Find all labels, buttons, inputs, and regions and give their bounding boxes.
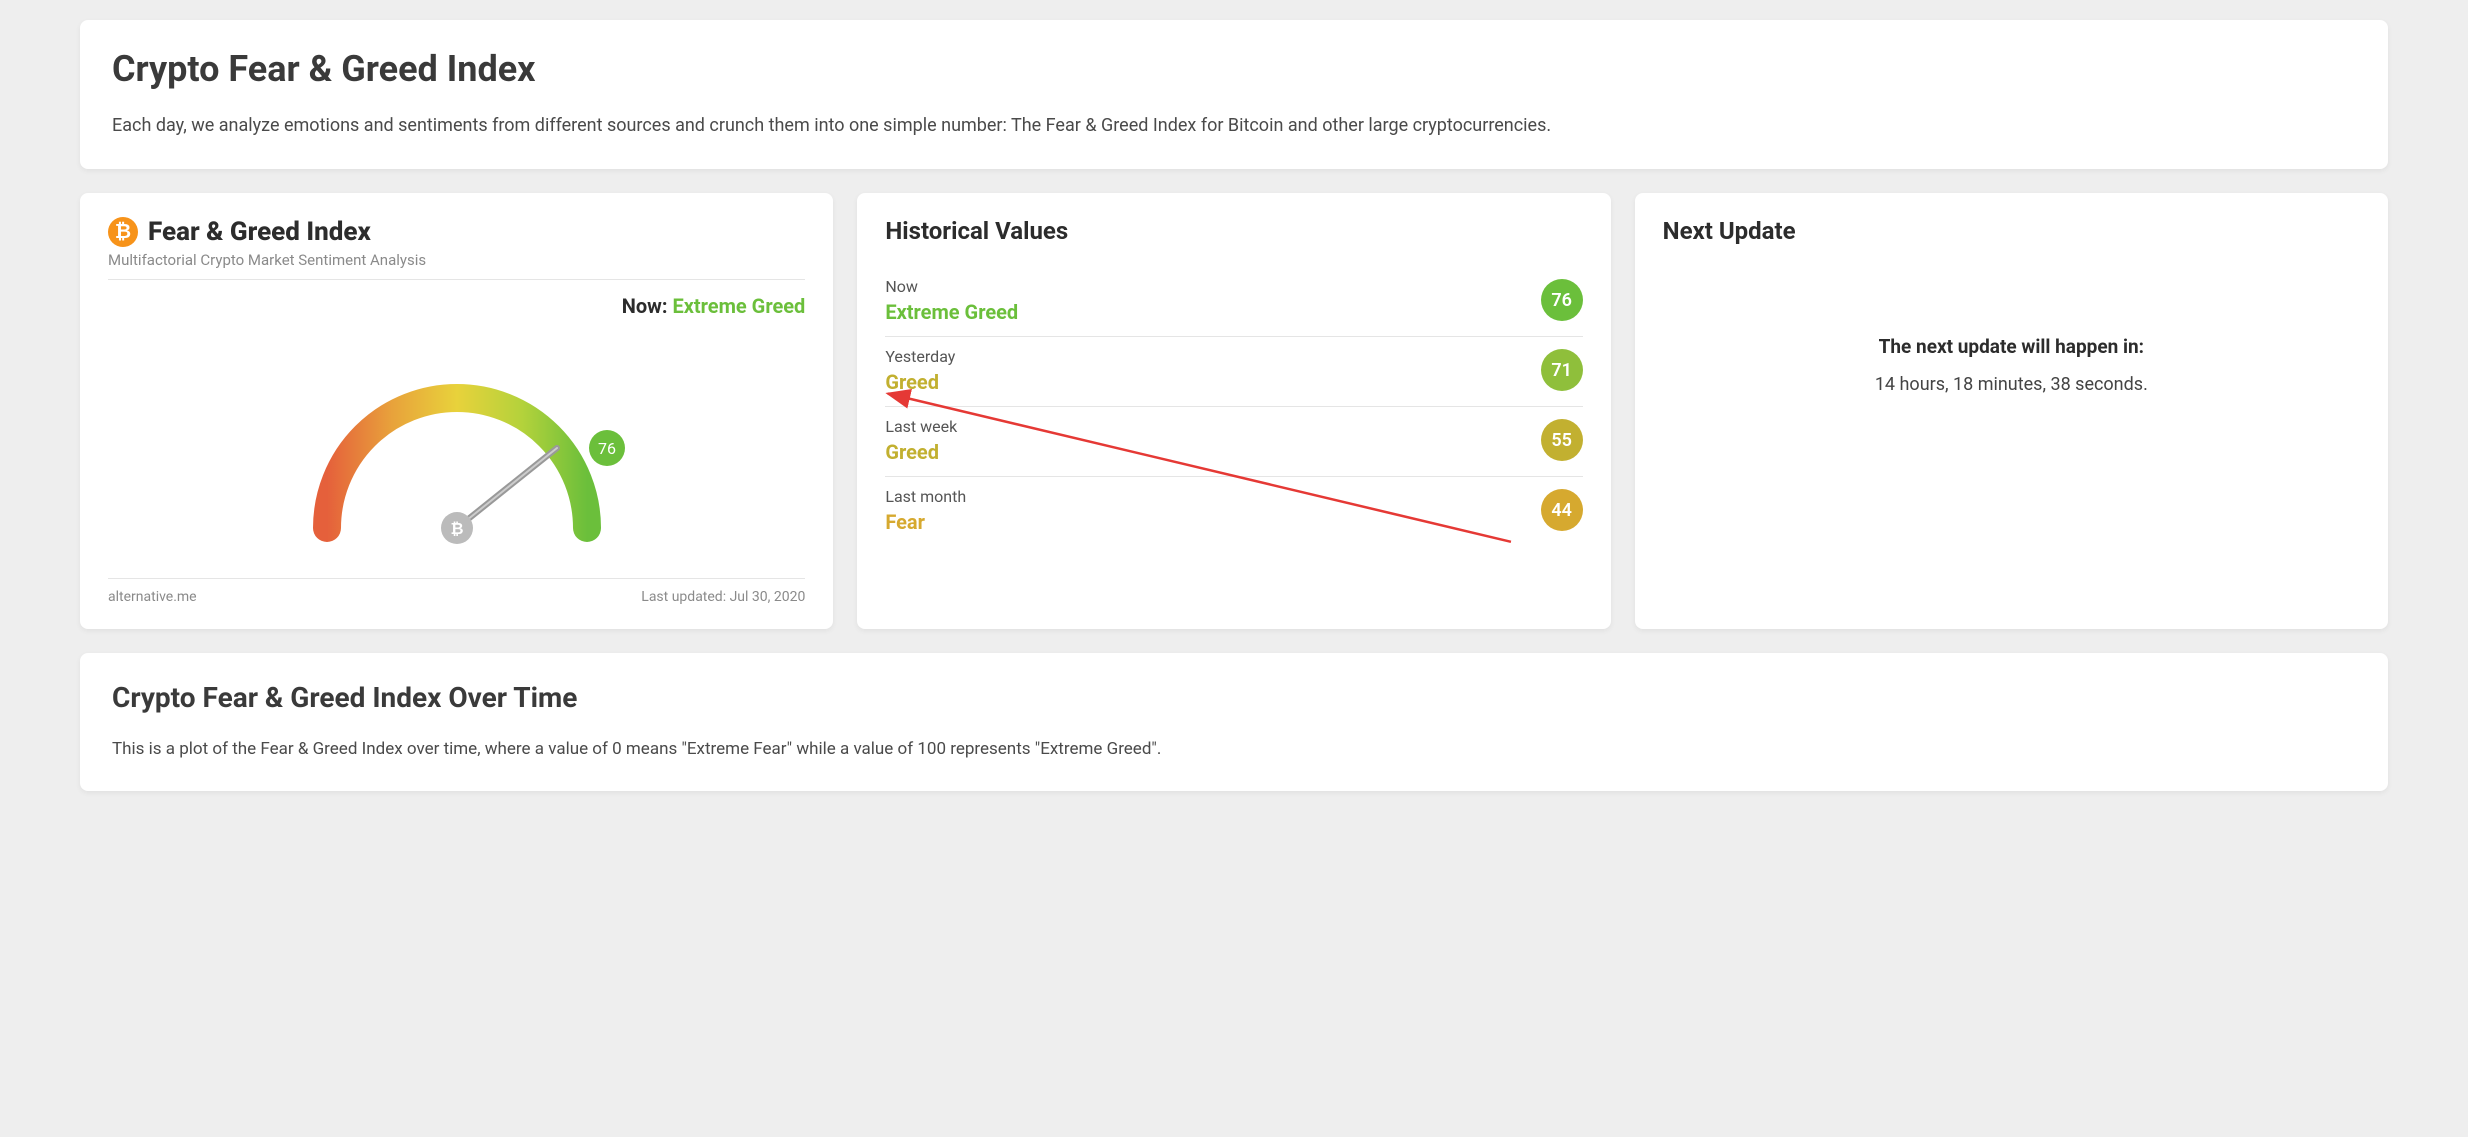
over-time-description: This is a plot of the Fear & Greed Index… (112, 736, 2356, 763)
page-description: Each day, we analyze emotions and sentim… (112, 112, 2356, 141)
next-update-line1: The next update will happen in: (1663, 335, 2360, 358)
historical-label: Last week (885, 417, 957, 436)
svg-text:₿: ₿ (450, 519, 463, 538)
historical-label: Now (885, 277, 1018, 296)
gauge-subtitle: Multifactorial Crypto Market Sentiment A… (108, 251, 805, 280)
historical-sentiment: Fear (885, 510, 966, 534)
gauge-chart: ₿ 76 (108, 338, 805, 568)
next-update-title: Next Update (1663, 217, 2360, 245)
gauge-now-line: Now: Extreme Greed (108, 294, 805, 318)
historical-label: Yesterday (885, 347, 955, 366)
gauge-footer: alternative.me Last updated: Jul 30, 202… (108, 578, 805, 605)
historical-value-badge: 76 (1541, 279, 1583, 321)
historical-panel: Historical Values Now Extreme Greed 76 Y… (857, 193, 1610, 629)
gauge-now-sentiment: Extreme Greed (672, 294, 805, 318)
gauge-svg: ₿ 76 (277, 338, 637, 568)
panels-row: ₿ Fear & Greed Index Multifactorial Cryp… (80, 193, 2388, 629)
historical-row-yesterday: Yesterday Greed 71 (885, 337, 1582, 407)
gauge-now-label: Now: (622, 294, 668, 318)
historical-row-last-week: Last week Greed 55 (885, 407, 1582, 477)
historical-row-last-month: Last month Fear 44 (885, 477, 1582, 546)
historical-sentiment: Greed (885, 370, 955, 394)
gauge-header: ₿ Fear & Greed Index (108, 217, 805, 247)
over-time-title: Crypto Fear & Greed Index Over Time (112, 681, 2356, 714)
next-update-countdown: 14 hours, 18 minutes, 38 seconds. (1663, 374, 2360, 395)
gauge-source: alternative.me (108, 589, 197, 605)
historical-sentiment: Greed (885, 440, 957, 464)
historical-sentiment: Extreme Greed (885, 300, 1018, 324)
gauge-panel: ₿ Fear & Greed Index Multifactorial Cryp… (80, 193, 833, 629)
gauge-title: Fear & Greed Index (148, 217, 371, 247)
historical-value-badge: 71 (1541, 349, 1583, 391)
historical-label: Last month (885, 487, 966, 506)
page-title: Crypto Fear & Greed Index (112, 48, 2356, 90)
historical-value-badge: 55 (1541, 419, 1583, 461)
historical-value-badge: 44 (1541, 489, 1583, 531)
next-update-panel: Next Update The next update will happen … (1635, 193, 2388, 629)
gauge-value-badge: 76 (598, 439, 616, 458)
gauge-last-updated: Last updated: Jul 30, 2020 (641, 589, 805, 605)
historical-title: Historical Values (885, 217, 1582, 245)
over-time-card: Crypto Fear & Greed Index Over Time This… (80, 653, 2388, 791)
historical-row-now: Now Extreme Greed 76 (885, 267, 1582, 337)
header-card: Crypto Fear & Greed Index Each day, we a… (80, 20, 2388, 169)
bitcoin-icon: ₿ (108, 217, 138, 247)
